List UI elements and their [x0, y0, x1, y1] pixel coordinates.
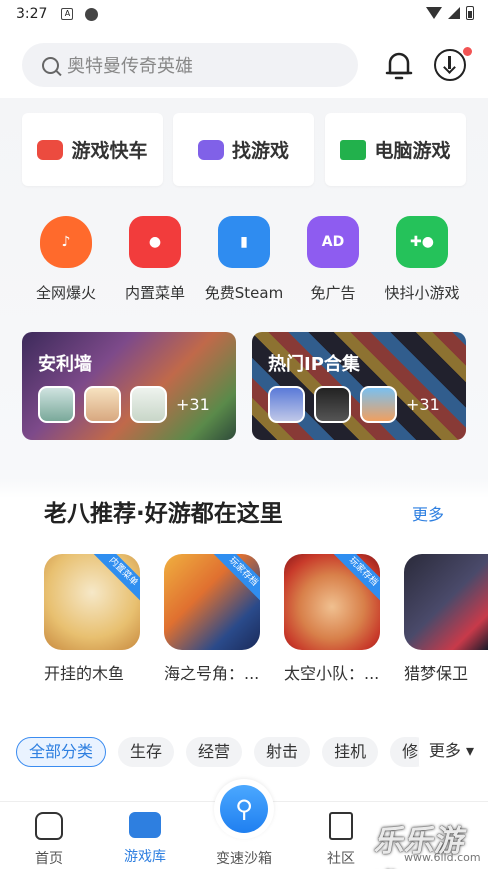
signal-icon: [448, 7, 460, 19]
tab-label: 社区: [327, 851, 355, 867]
chip-management[interactable]: 经营: [186, 737, 243, 767]
steam-icon: ▮: [218, 216, 270, 268]
tab-home[interactable]: 首页: [4, 812, 94, 868]
category-label: 免费Steam: [204, 284, 284, 302]
gamepad-icon: [197, 139, 224, 160]
notification-dot-icon: [85, 7, 99, 21]
promo-count: +31: [406, 395, 440, 414]
menu-icon: ●: [129, 216, 181, 268]
game-avatar: [130, 386, 167, 423]
game-avatar: [38, 386, 75, 423]
category-mini-games[interactable]: ✚● 快抖小游戏: [377, 216, 467, 303]
tab-label: 首页: [35, 851, 63, 867]
download-icon[interactable]: [434, 49, 466, 81]
home-icon: [35, 812, 63, 840]
game-name: 太空小队：...: [284, 664, 380, 683]
game-name: 海之号角：...: [164, 664, 260, 683]
search-icon: [42, 56, 59, 74]
ad-icon: AD: [307, 216, 359, 268]
community-icon: [329, 812, 353, 840]
category-label: 快抖小游戏: [384, 284, 460, 302]
tab-label: 游戏库: [124, 849, 166, 865]
promo-title: 热门IP合集: [268, 354, 360, 375]
category-label: 全网爆火: [35, 284, 96, 302]
header: 奥特曼传奇英雄: [0, 28, 488, 98]
section-title: 老八推荐·好游都在这里: [44, 501, 283, 527]
game-avatar: [360, 386, 397, 423]
category-built-in-menu[interactable]: ● 内置菜单: [110, 216, 200, 303]
wifi-icon: [426, 7, 442, 19]
bell-icon[interactable]: [384, 49, 414, 81]
search-placeholder: 奥特曼传奇英雄: [67, 56, 193, 77]
game-avatar: [268, 386, 305, 423]
promo-count: +31: [176, 395, 210, 414]
flame-icon: ♪: [40, 216, 92, 268]
game-card[interactable]: 玩家存档 太空小队：...: [284, 554, 394, 684]
car-icon: [37, 139, 64, 160]
game-name: 猎梦保卫: [404, 664, 469, 683]
battery-icon: [466, 6, 474, 20]
game-avatar: [84, 386, 121, 423]
speed-key-icon: ⚲: [220, 785, 268, 833]
status-bar: 3:27 A: [0, 0, 488, 28]
game-icon: 内置菜单: [44, 554, 140, 650]
banner-label: 电脑游戏: [374, 140, 451, 162]
chips-more-button[interactable]: 更多 ▾: [418, 736, 474, 766]
status-icons: [426, 6, 474, 20]
category-free-steam[interactable]: ▮ 免费Steam: [199, 216, 289, 303]
game-card[interactable]: 玩家存档 海之号角：...: [164, 554, 274, 684]
game-icon: 玩家存档: [284, 554, 380, 650]
category-label: 免广告: [310, 284, 356, 302]
chip-all[interactable]: 全部分类: [16, 737, 107, 767]
chip-idle[interactable]: 挂机: [322, 737, 379, 767]
chip-survival[interactable]: 生存: [118, 737, 175, 767]
banner-game-express[interactable]: 游戏快车: [22, 113, 163, 186]
promo-card-recommend-wall[interactable]: 安利墙 +31: [22, 332, 236, 440]
banner-pc-games[interactable]: 电脑游戏: [325, 113, 466, 186]
game-icon: 玩家存档: [164, 554, 260, 650]
game-icon: [404, 554, 488, 650]
sandbox-label: 变速沙箱: [216, 851, 272, 867]
category-chips: 全部分类 生存 经营 射击 挂机 修: [16, 736, 488, 768]
download-badge: [463, 47, 472, 56]
banner-find-game[interactable]: 找游戏: [173, 113, 314, 186]
chip-shooting[interactable]: 射击: [254, 737, 311, 767]
category-label: 内置菜单: [124, 284, 185, 302]
game-tag: 内置菜单: [92, 554, 140, 603]
status-time: 3:27: [16, 6, 48, 22]
promo-card-hot-ip[interactable]: 热门IP合集 +31: [252, 332, 466, 440]
game-library-icon: [129, 812, 161, 838]
category-no-ads[interactable]: AD 免广告: [288, 216, 378, 303]
watermark-url: www.6lld.com: [404, 851, 481, 864]
notification-a-icon: A: [61, 8, 74, 20]
game-card[interactable]: 猎梦保卫: [404, 554, 488, 684]
game-avatar: [314, 386, 351, 423]
game-tag: 玩家存档: [212, 554, 260, 603]
game-name: 开挂的木鱼: [44, 664, 125, 683]
category-trending[interactable]: ♪ 全网爆火: [21, 216, 111, 303]
pc-icon: [340, 139, 367, 160]
banner-label: 游戏快车: [71, 140, 148, 162]
main-content: 游戏快车 找游戏 电脑游戏 ♪ 全网爆火 ● 内置菜单 ▮ 免费Steam AD…: [0, 98, 488, 778]
promo-title: 安利墙: [38, 354, 92, 375]
banner-label: 找游戏: [231, 140, 289, 162]
game-tag: 玩家存档: [332, 554, 380, 603]
controller-icon: ✚●: [396, 216, 448, 268]
search-bar[interactable]: 奥特曼传奇英雄: [22, 43, 358, 87]
game-card[interactable]: 内置菜单 开挂的木鱼: [44, 554, 154, 684]
more-link[interactable]: 更多: [412, 501, 444, 525]
tab-game-library[interactable]: 游戏库: [100, 812, 190, 866]
sandbox-button[interactable]: ⚲: [214, 779, 274, 839]
